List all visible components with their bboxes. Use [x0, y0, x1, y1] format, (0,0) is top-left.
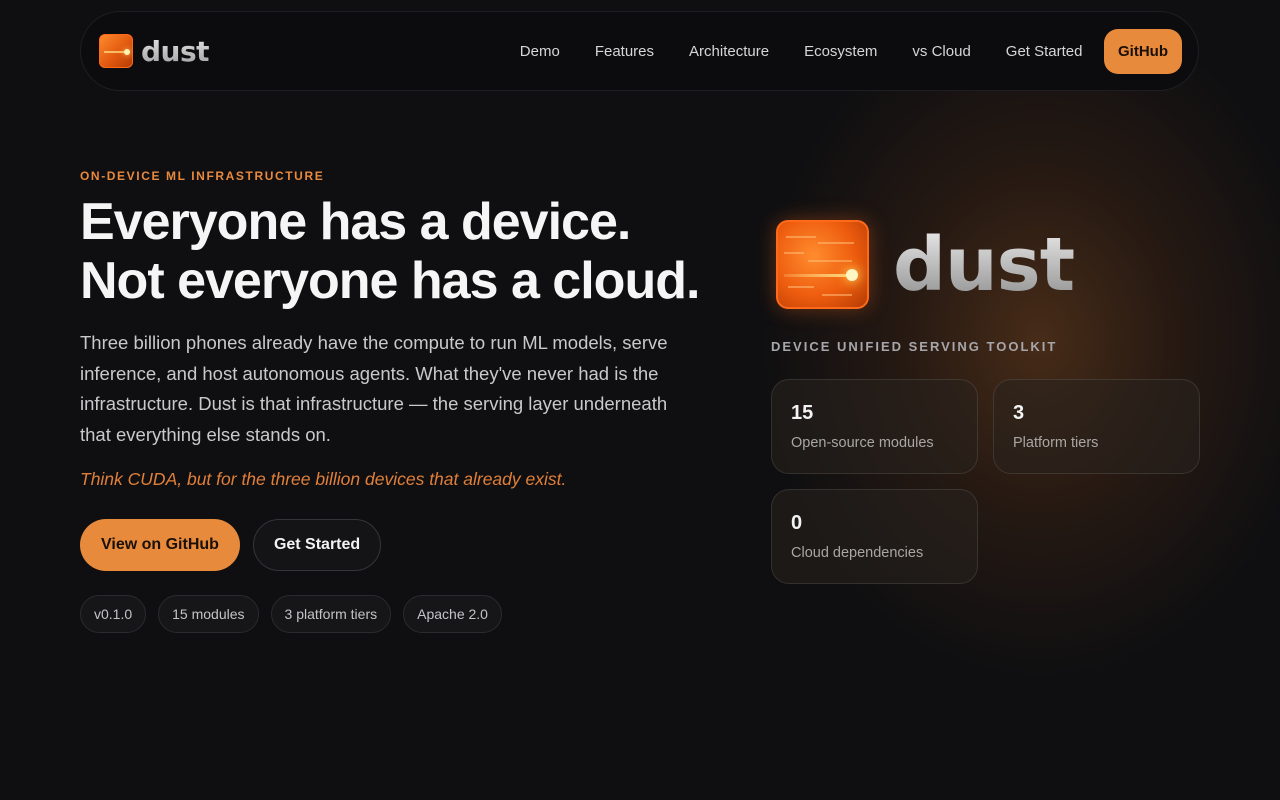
- get-started-button[interactable]: Get Started: [252, 519, 382, 571]
- view-on-github-button[interactable]: View on GitHub: [80, 519, 240, 571]
- nav-link-features[interactable]: Features: [577, 43, 671, 60]
- brand-name: dust: [141, 34, 210, 68]
- nav-link-vs-cloud[interactable]: vs Cloud: [895, 43, 988, 60]
- stat-label: Open-source modules: [791, 435, 934, 451]
- stat-value: 0: [791, 512, 803, 534]
- stat-card-cloud-dependencies: 0 Cloud dependencies: [771, 489, 978, 584]
- nav-link-get-started[interactable]: Get Started: [988, 43, 1100, 60]
- chip-logo-icon: [99, 34, 133, 68]
- stat-card-platform-tiers: 3 Platform tiers: [993, 379, 1200, 474]
- brand-logo[interactable]: dust: [99, 34, 210, 68]
- stat-card-modules: 15 Open-source modules: [771, 379, 978, 474]
- showcase-logo: dust: [776, 220, 1075, 309]
- top-nav: dust Demo Features Architecture Ecosyste…: [80, 11, 1199, 91]
- toolkit-subtitle: DEVICE UNIFIED SERVING TOOLKIT: [771, 339, 1058, 354]
- showcase-logo-text: dust: [893, 221, 1075, 308]
- github-nav-button[interactable]: GitHub: [1104, 28, 1182, 74]
- license-badge: Apache 2.0: [403, 595, 502, 633]
- nav-links: Demo Features Architecture Ecosystem vs …: [502, 28, 1182, 74]
- stat-value: 3: [1013, 402, 1025, 424]
- modules-badge: 15 modules: [158, 595, 259, 633]
- headline-line-1: Everyone has a device.: [80, 193, 631, 251]
- hero-headline: Everyone has a device. Not everyone has …: [80, 193, 760, 311]
- stat-label: Platform tiers: [1013, 435, 1099, 451]
- hero-badges: v0.1.0 15 modules 3 platform tiers Apach…: [80, 595, 502, 633]
- platform-tiers-badge: 3 platform tiers: [270, 595, 392, 633]
- nav-link-ecosystem[interactable]: Ecosystem: [787, 43, 895, 60]
- background-glow: [760, 60, 1280, 680]
- chip-logo-icon: [776, 220, 869, 309]
- stat-label: Cloud dependencies: [791, 545, 924, 561]
- nav-link-demo[interactable]: Demo: [502, 43, 577, 60]
- headline-line-2: Not everyone has a cloud.: [80, 252, 700, 310]
- hero-description: Three billion phones already have the co…: [80, 332, 668, 446]
- hero-actions: View on GitHub Get Started: [80, 519, 382, 571]
- stat-value: 15: [791, 402, 814, 424]
- hero-tagline: Think CUDA, but for the three billion de…: [80, 469, 567, 489]
- version-badge: v0.1.0: [80, 595, 147, 633]
- hero-eyebrow: ON-DEVICE ML INFRASTRUCTURE: [80, 169, 325, 183]
- nav-link-architecture[interactable]: Architecture: [672, 43, 787, 60]
